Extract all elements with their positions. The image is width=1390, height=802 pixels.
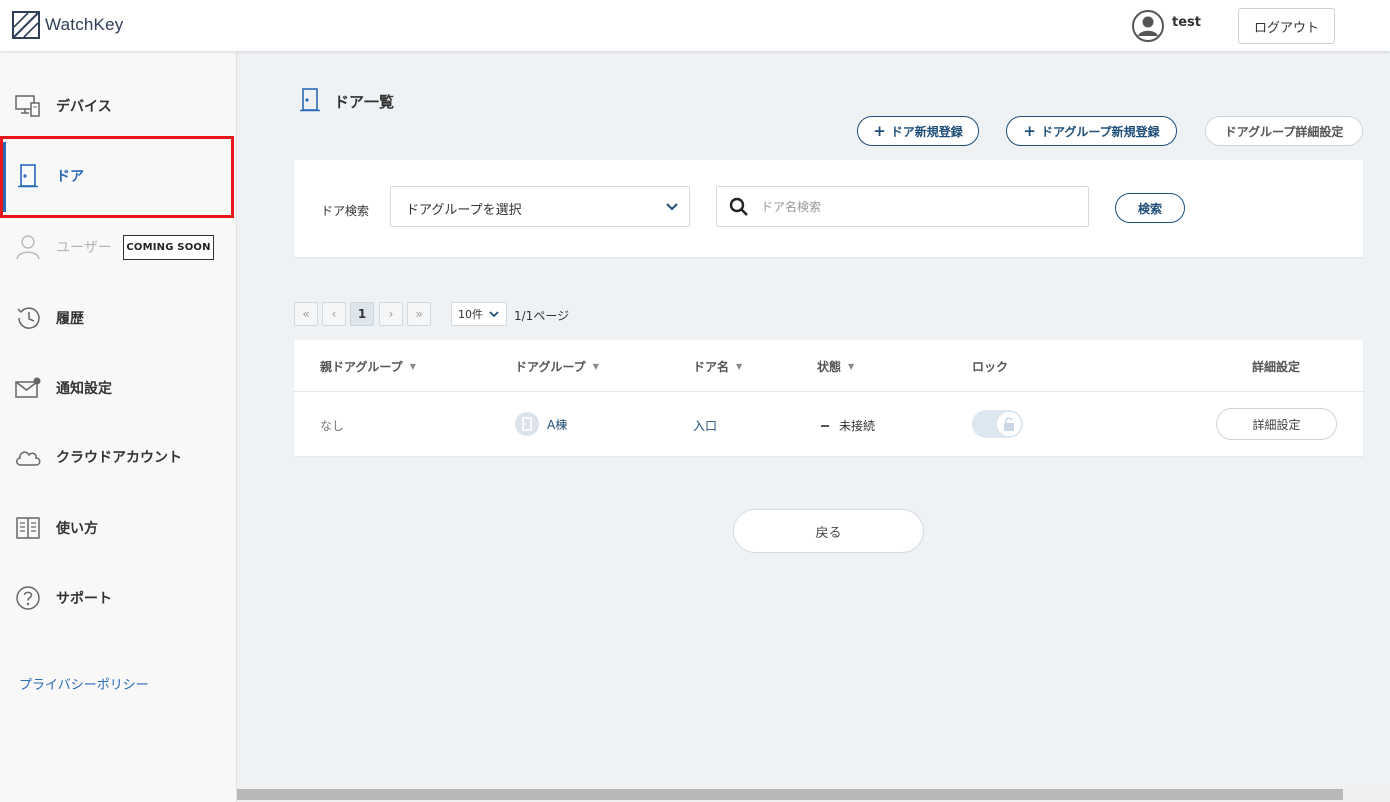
sort-icon: ▼ (592, 362, 599, 371)
sidebar-item-devices[interactable]: デバイス (0, 86, 237, 126)
column-header-door-name[interactable]: ドア名 ▼ (693, 358, 742, 375)
highlight-annotation (0, 136, 234, 218)
sidebar-item-history[interactable]: 履歴 (0, 298, 237, 338)
chevron-down-icon (489, 311, 499, 318)
plus-icon: + (873, 122, 886, 140)
user-icon (14, 233, 42, 261)
cell-parent-group: なし (320, 419, 345, 433)
new-group-label: ドアグループ新規登録 (1040, 124, 1160, 139)
sort-icon: ▼ (736, 362, 743, 371)
sidebar-item-support[interactable]: サポート (0, 578, 237, 618)
lock-toggle[interactable] (972, 410, 1023, 438)
page-info: 1/1ページ (514, 309, 570, 323)
sidebar-item-cloud-account[interactable]: クラウドアカウント (0, 437, 237, 477)
sidebar-item-label: デバイス (56, 99, 112, 115)
cell-door-name-link[interactable]: 入口 (693, 417, 717, 434)
sidebar-item-label: サポート (56, 591, 112, 607)
new-door-button[interactable]: + ドア新規登録 (857, 116, 979, 146)
doors-table: 親ドアグループ ▼ ドアグループ ▼ ドア名 ▼ 状態 ▼ ロック 詳細設定 なし A棟… (294, 340, 1363, 456)
column-label: 詳細設定 (1252, 360, 1301, 374)
page-1-button[interactable]: 1 (350, 302, 374, 326)
first-page-button[interactable]: « (294, 302, 318, 326)
select-value: ドアグループを選択 (406, 203, 522, 218)
chevron-down-icon (666, 203, 678, 211)
search-icon (729, 197, 748, 216)
column-header-status[interactable]: 状態 ▼ (817, 358, 854, 375)
sort-icon: ▼ (848, 362, 855, 371)
column-label: 状態 (817, 360, 842, 374)
coming-soon-badge: COMING SOON (123, 235, 214, 260)
last-page-button[interactable]: » (407, 302, 431, 326)
door-group-icon (515, 412, 539, 436)
door-group-select[interactable]: ドアグループを選択 (390, 186, 690, 227)
sidebar-item-notifications[interactable]: 通知設定 (0, 368, 237, 408)
door-icon (300, 88, 320, 112)
logout-button[interactable]: ログアウト (1238, 8, 1335, 44)
page-title: ドア一覧 (334, 93, 395, 111)
sidebar-item-label: クラウドアカウント (56, 450, 182, 466)
logo-text: WatchKey (45, 15, 124, 34)
next-page-button[interactable]: › (379, 302, 403, 326)
column-header-lock: ロック (972, 358, 1008, 375)
door-name-search-input[interactable] (761, 187, 1081, 226)
sidebar-item-label: 履歴 (56, 311, 84, 327)
book-icon (14, 514, 42, 542)
new-door-group-button[interactable]: + ドアグループ新規登録 (1006, 116, 1177, 146)
horizontal-scrollbar[interactable] (237, 787, 1390, 802)
prev-page-button[interactable]: ‹ (322, 302, 346, 326)
mail-icon (14, 374, 42, 402)
column-header-detail: 詳細設定 (1252, 358, 1300, 375)
plus-icon: + (1023, 122, 1036, 140)
column-label: ドアグループ (515, 360, 586, 374)
door-name-search-field (716, 186, 1089, 227)
detail-settings-button[interactable]: 詳細設定 (1216, 408, 1337, 440)
door-group-settings-button[interactable]: ドアグループ詳細設定 (1205, 116, 1363, 146)
question-icon (14, 584, 42, 612)
column-header-group[interactable]: ドアグループ ▼ (515, 358, 599, 375)
column-header-parent-group[interactable]: 親ドアグループ ▼ (320, 358, 416, 375)
cloud-icon (14, 443, 42, 471)
search-button[interactable]: 検索 (1115, 193, 1185, 223)
sidebar-item-guide[interactable]: 使い方 (0, 508, 237, 548)
sidebar-item-label: 通知設定 (56, 381, 112, 397)
search-panel: ドア検索 ドアグループを選択 検索 (294, 160, 1363, 257)
sidebar-item-label: ユーザー (56, 240, 112, 256)
cell-group[interactable]: A棟 (515, 412, 567, 436)
sidebar-item-label: 使い方 (56, 521, 98, 537)
monitor-icon (14, 92, 42, 120)
privacy-policy-link[interactable]: プライバシーポリシー (19, 674, 149, 693)
table-divider (294, 391, 1363, 392)
history-icon (14, 304, 42, 332)
column-label: 親ドアグループ (320, 360, 403, 374)
app-header: WatchKey test ログアウト (0, 0, 1390, 51)
column-label: ドア名 (693, 360, 730, 374)
logo[interactable]: WatchKey (12, 11, 123, 39)
group-link: A棟 (547, 417, 568, 432)
cell-status: 未接続 (821, 417, 875, 434)
new-door-label: ドア新規登録 (890, 124, 963, 139)
back-button[interactable]: 戻る (733, 509, 924, 553)
user-menu[interactable]: test (1132, 10, 1201, 42)
avatar-icon (1132, 10, 1164, 42)
user-name: test (1172, 14, 1201, 30)
search-label: ドア検索 (321, 204, 370, 218)
status-dash-icon (821, 424, 829, 427)
sort-icon: ▼ (409, 362, 416, 371)
watchkey-logo-icon (12, 11, 40, 39)
unlock-icon (997, 412, 1021, 436)
per-page-select[interactable]: 10件 (451, 302, 507, 326)
status-text: 未接続 (839, 419, 876, 433)
column-label: ロック (972, 360, 1009, 374)
scrollbar-thumb[interactable] (237, 789, 1343, 800)
per-page-value: 10件 (458, 308, 483, 321)
